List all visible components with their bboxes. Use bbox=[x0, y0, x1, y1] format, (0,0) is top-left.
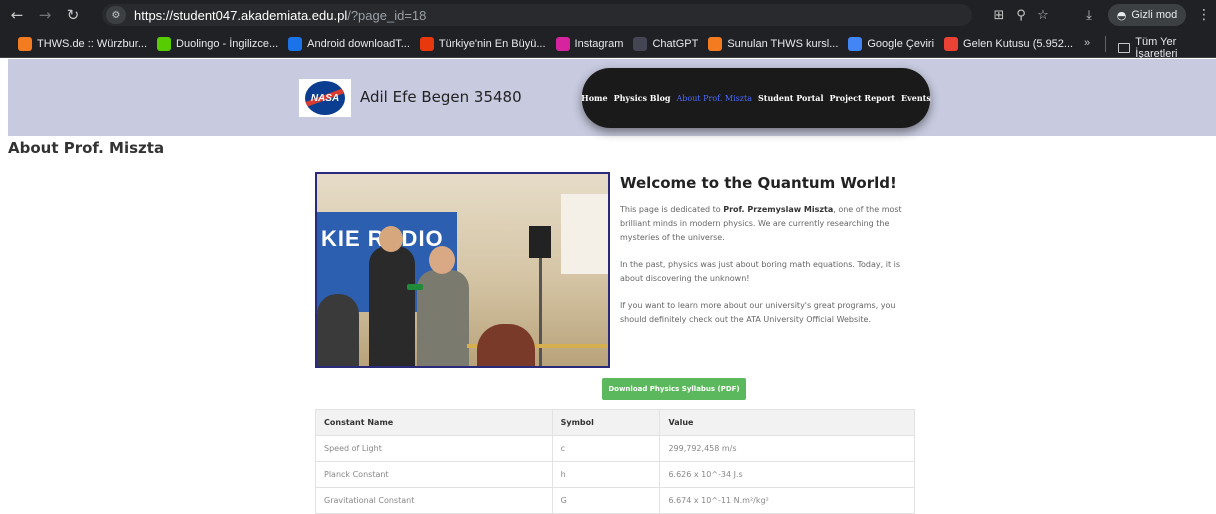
bookmark-item[interactable]: Instagram bbox=[555, 36, 624, 51]
bookmarks-bar: THWS.de :: Würzbur... Duolingo - İngilizc… bbox=[0, 30, 1216, 58]
android-download-favicon-icon bbox=[288, 36, 303, 51]
gmail-favicon-icon bbox=[944, 36, 959, 51]
thws-favicon-icon bbox=[708, 36, 723, 51]
nav-link-home[interactable]: Home bbox=[581, 93, 607, 103]
header-constant-name: Constant Name bbox=[315, 409, 553, 436]
bookmark-item[interactable]: Duolingo - İngilizce... bbox=[157, 36, 279, 51]
translate-icon[interactable]: ⊞ bbox=[988, 4, 1010, 26]
incognito-badge[interactable]: ◓ Gizli mod bbox=[1108, 4, 1186, 26]
download-icon[interactable]: ⤓ bbox=[1078, 4, 1100, 26]
instagram-favicon-icon bbox=[555, 36, 570, 51]
welcome-heading: Welcome to the Quantum World! bbox=[620, 174, 897, 192]
photo-poster bbox=[561, 194, 608, 274]
address-bar[interactable]: ⚙ https://student047.akademiata.edu.pl/?… bbox=[102, 4, 972, 26]
site-title[interactable]: Adil Efe Begen 35480 bbox=[360, 88, 522, 106]
duolingo-favicon-icon bbox=[157, 36, 172, 51]
back-arrow-icon[interactable]: ← bbox=[6, 4, 28, 26]
table-row: Gravitational Constant G 6.674 x 10^-11 … bbox=[315, 487, 915, 514]
bookmarks-divider bbox=[1105, 36, 1106, 52]
header-symbol: Symbol bbox=[551, 409, 661, 436]
bookmark-label: Android downloadT... bbox=[307, 37, 410, 50]
forward-arrow-icon[interactable]: → bbox=[34, 4, 56, 26]
photo-person-foreground bbox=[317, 294, 359, 366]
incognito-label: Gizli mod bbox=[1131, 9, 1178, 21]
url-host: https://student047.akademiata.edu.pl bbox=[134, 7, 348, 23]
reload-icon[interactable]: ↻ bbox=[62, 4, 84, 26]
bookmark-item[interactable]: Gelen Kutusu (5.952... bbox=[944, 36, 1074, 51]
nav-link-events[interactable]: Events bbox=[901, 93, 931, 103]
nav-link-about-prof-miszta[interactable]: About Prof. Miszta bbox=[677, 94, 752, 103]
table-row: Speed of Light c 299,792,458 m/s bbox=[315, 435, 915, 462]
bookmark-item[interactable]: Sunulan THWS kursl... bbox=[708, 36, 839, 51]
photo-microphone bbox=[407, 284, 423, 290]
bookmark-item[interactable]: Google Çeviri bbox=[848, 36, 935, 51]
download-area: ⤓ bbox=[1078, 4, 1100, 26]
hb-favicon-icon bbox=[419, 36, 434, 51]
photo-speaker bbox=[529, 226, 551, 258]
bookmark-label: Duolingo - İngilizce... bbox=[176, 37, 279, 50]
photo-person-professor bbox=[417, 270, 469, 366]
professor-name: Prof. Przemyslaw Miszta bbox=[723, 205, 834, 214]
photo-person-interviewer bbox=[369, 246, 415, 366]
history-paragraph: In the past, physics was just about bori… bbox=[620, 260, 901, 283]
table-header-row: Constant Name Symbol Value bbox=[315, 409, 915, 436]
table-row: Planck Constant h 6.626 x 10^-34 J.s bbox=[315, 461, 915, 488]
bookmark-label: Google Çeviri bbox=[867, 37, 935, 50]
site-info-icon[interactable]: ⚙ bbox=[106, 6, 126, 24]
nav-link-student-portal[interactable]: Student Portal bbox=[758, 93, 824, 103]
photo-person-professor-head bbox=[429, 246, 455, 274]
bookmark-label: Gelen Kutusu (5.952... bbox=[963, 37, 1074, 50]
thws-favicon-icon bbox=[18, 36, 32, 51]
bookmark-item[interactable]: Türkiye'nin En Büyü... bbox=[419, 36, 546, 51]
nav-link-physics-blog[interactable]: Physics Blog bbox=[614, 93, 671, 103]
bookmarks-overflow-chevron-icon[interactable]: » bbox=[1084, 37, 1090, 49]
cell-symbol: G bbox=[551, 487, 661, 514]
bookmark-item[interactable]: THWS.de :: Würzbur... bbox=[18, 36, 148, 51]
url-text[interactable]: https://student047.akademiata.edu.pl/?pa… bbox=[134, 8, 426, 23]
browser-menu-icon[interactable]: ⋮ bbox=[1196, 4, 1212, 26]
cell-value: 299,792,458 m/s bbox=[659, 435, 915, 462]
site-logo[interactable]: NASA bbox=[299, 79, 351, 117]
cell-symbol: c bbox=[551, 435, 661, 462]
bookmark-star-icon[interactable]: ☆ bbox=[1032, 4, 1054, 26]
nav-link-project-report[interactable]: Project Report bbox=[830, 93, 895, 103]
cell-symbol: h bbox=[551, 461, 661, 488]
header-value: Value bbox=[659, 409, 915, 436]
intro-text-start: This page is dedicated to bbox=[620, 205, 724, 214]
constants-table: Constant Name Symbol Value Speed of Ligh… bbox=[315, 409, 915, 514]
bookmark-item[interactable]: Android downloadT... bbox=[288, 36, 410, 51]
zoom-icon[interactable]: ⚲ bbox=[1010, 4, 1032, 26]
cell-constant-name: Speed of Light bbox=[315, 435, 553, 462]
download-syllabus-button[interactable]: Download Physics Syllabus (PDF) bbox=[602, 378, 746, 400]
university-paragraph: If you want to learn more about our univ… bbox=[620, 301, 896, 324]
cell-value: 6.674 x 10^-11 N.m²/kg² bbox=[659, 487, 915, 514]
bookmark-label: THWS.de :: Würzbur... bbox=[37, 37, 148, 50]
address-bar-actions: ⊞ ⚲ ☆ bbox=[988, 4, 1054, 26]
intro-paragraph: This page is dedicated to Prof. Przemysl… bbox=[620, 203, 910, 245]
nasa-logo-icon: NASA bbox=[305, 81, 345, 115]
logo-text: NASA bbox=[310, 92, 340, 104]
all-bookmarks-button[interactable]: Tüm Yer İşaretleri bbox=[1118, 36, 1216, 60]
chatgpt-favicon-icon bbox=[633, 36, 648, 51]
cell-constant-name: Planck Constant bbox=[315, 461, 553, 488]
bookmark-label: Instagram bbox=[574, 37, 624, 50]
photo-person-audience bbox=[477, 324, 535, 366]
url-path: /?page_id=18 bbox=[347, 7, 427, 23]
bookmark-label: Sunulan THWS kursl... bbox=[727, 37, 839, 50]
professor-photo: KIE RADIO bbox=[315, 172, 610, 368]
main-navigation: Home Physics Blog About Prof. Miszta Studen… bbox=[581, 68, 931, 128]
all-bookmarks-label: Tüm Yer İşaretleri bbox=[1135, 36, 1178, 60]
photo-speaker-stand bbox=[539, 258, 542, 366]
folder-icon bbox=[1118, 43, 1131, 53]
bookmark-label: ChatGPT bbox=[652, 37, 699, 50]
bookmark-label: Türkiye'nin En Büyü... bbox=[438, 37, 546, 50]
incognito-icon: ◓ bbox=[1116, 8, 1127, 22]
google-translate-favicon-icon bbox=[848, 36, 863, 51]
page-title: About Prof. Miszta bbox=[8, 139, 165, 157]
cell-constant-name: Gravitational Constant bbox=[315, 487, 553, 514]
cell-value: 6.626 x 10^-34 J.s bbox=[659, 461, 915, 488]
bookmark-item[interactable]: ChatGPT bbox=[633, 36, 699, 51]
photo-person-interviewer-head bbox=[379, 226, 403, 252]
